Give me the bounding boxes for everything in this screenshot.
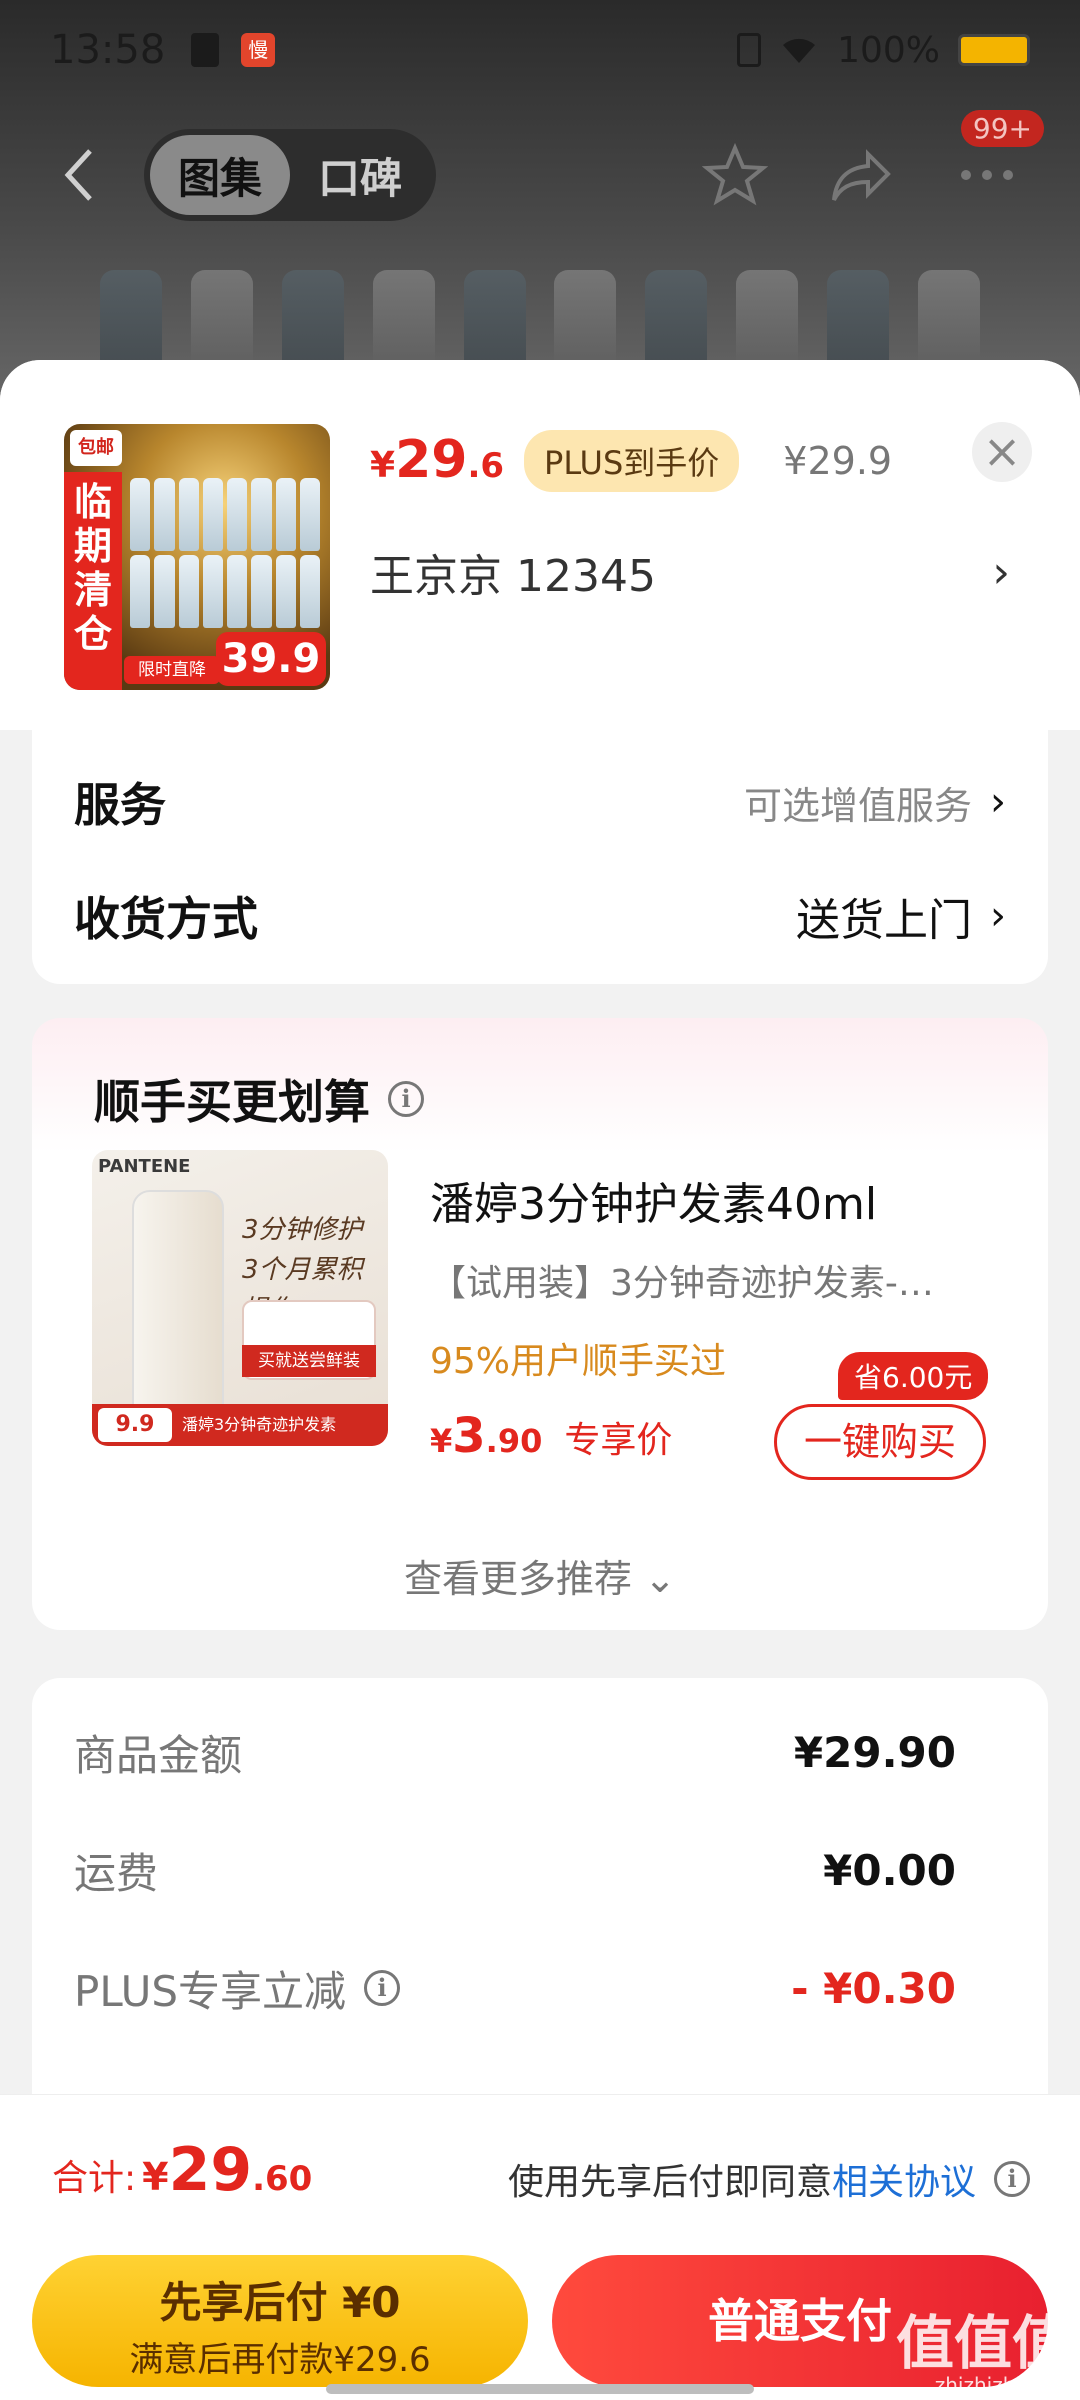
battery-icon: [958, 34, 1030, 66]
delivery-label: 收货方式: [74, 892, 258, 946]
info-icon[interactable]: i: [364, 1970, 401, 2006]
checkout-bar: 合计: ¥29.60 使用先享后付即同意 相关协议 i 先享后付 ¥0 满意后再…: [0, 2094, 1080, 2400]
recommend-social-proof: 95%用户顺手买过: [430, 1341, 727, 1382]
info-icon[interactable]: i: [388, 1081, 424, 1117]
agreement-link[interactable]: 相关协议: [832, 2153, 976, 2205]
plus-discount-row: PLUS专享立减 i - ¥0.30: [74, 1948, 956, 2028]
price-summary-card: 商品金额 ¥29.90 运费 ¥0.00 PLUS专享立减 i - ¥0.30: [32, 1678, 1048, 2138]
tube-illustration: [132, 1190, 224, 1430]
share-icon[interactable]: [828, 142, 894, 208]
tab-gallery[interactable]: 图集: [150, 135, 290, 215]
chevron-down-icon: ⌄: [644, 1557, 676, 1601]
subtotal-label: 商品金额: [74, 1730, 243, 1780]
app-notification-icon: 慢: [241, 33, 276, 67]
product-header: 包邮 临期清仓 限时直降 39.9 ¥29.6 PLUS到手价 ¥29.9 × …: [0, 360, 1080, 730]
recommend-title: 顺手买更划算 i: [94, 1066, 424, 1132]
sim-icon: [737, 33, 762, 67]
recommend-product-name[interactable]: 潘婷3分钟护发素40ml: [430, 1168, 877, 1232]
status-time: 13:58: [50, 27, 166, 73]
close-button[interactable]: ×: [972, 422, 1032, 482]
image-price: 9.9: [98, 1408, 172, 1442]
plus-price-badge: PLUS到手价: [524, 430, 740, 492]
more-recommendations-link[interactable]: 查看更多推荐 ⌄: [32, 1548, 1048, 1603]
savings-badge: 省6.00元: [838, 1352, 989, 1400]
site-watermark: 值值值 zhizhizhi.com: [895, 2309, 1070, 2397]
back-arrow-icon[interactable]: [60, 145, 100, 205]
total-label: 合计:: [52, 2158, 137, 2199]
service-card: 服务 可选增值服务 › 收货方式 送货上门 ›: [32, 730, 1048, 984]
promo-strip: 限时直降: [124, 656, 220, 684]
price-row: ¥29.6 PLUS到手价 ¥29.9: [370, 430, 892, 492]
tab-reviews[interactable]: 口碑: [290, 135, 430, 215]
shipping-value: ¥0.00: [823, 1845, 956, 1895]
shipping-row: 运费 ¥0.00: [74, 1830, 956, 1910]
address-selector[interactable]: 王京京 12345 ›: [370, 540, 1010, 604]
bottles-illustration: [130, 478, 320, 628]
home-indicator[interactable]: [326, 2384, 754, 2394]
image-bottom-band: 9.9 潘婷3分钟奇迹护发素: [92, 1404, 388, 1446]
delivery-method-row[interactable]: 收货方式 送货上门 ›: [74, 876, 1006, 956]
message-count-badge: 99+: [960, 110, 1044, 147]
agreement-notice: 使用先享后付即同意 相关协议 i: [508, 2153, 1030, 2205]
subtotal-row: 商品金额 ¥29.90: [74, 1712, 956, 1792]
delivery-value: 送货上门: [796, 895, 972, 946]
clipboard-icon: [191, 33, 220, 67]
plus-discount-value: - ¥0.30: [791, 1963, 956, 2013]
pay-later-button[interactable]: 先享后付 ¥0 满意后再付款¥29.6: [32, 2255, 528, 2387]
service-row[interactable]: 服务 可选增值服务 ›: [74, 762, 1006, 842]
image-gift-label: 买就送尝鲜装: [242, 1345, 376, 1377]
one-click-buy-button[interactable]: 一键购买: [774, 1404, 986, 1480]
battery-percent: 100%: [837, 29, 940, 71]
chevron-right-icon: ›: [990, 779, 1006, 825]
recommend-product-image[interactable]: PANTENE 3分钟修护3个月累积损伤 买就送尝鲜装 9.9潘婷3分钟奇迹护发…: [92, 1150, 388, 1446]
recommend-product-desc: 【试用装】3分钟奇迹护发素-…: [430, 1263, 934, 1304]
exclusive-price-label: 专享价: [564, 1420, 673, 1461]
star-favorite-icon[interactable]: [702, 142, 768, 208]
clearance-band: 临期清仓: [64, 472, 122, 690]
plus-price: ¥29.6: [370, 430, 505, 490]
total-amount: 合计: ¥29.60: [52, 2135, 313, 2205]
product-thumbnail[interactable]: 包邮 临期清仓 限时直降 39.9: [64, 424, 330, 690]
status-bar: 13:58 慢 100%: [0, 0, 1080, 100]
more-dots-icon[interactable]: [954, 142, 1020, 208]
image-price-tag: 39.9: [216, 632, 326, 686]
wifi-icon: [783, 38, 816, 63]
chevron-right-icon: ›: [990, 893, 1006, 939]
gallery-tabs: 图集 口碑: [144, 129, 436, 221]
plus-discount-label: PLUS专享立减 i: [74, 1958, 401, 2019]
service-value: 可选增值服务: [743, 783, 972, 828]
recommend-price: ¥3.90 专享价: [430, 1408, 673, 1464]
original-price: ¥29.9: [783, 439, 893, 483]
subtotal-value: ¥29.90: [793, 1727, 956, 1777]
brand-logo-text: PANTENE: [98, 1156, 191, 1177]
shipping-label: 运费: [74, 1848, 159, 1898]
free-shipping-tag: 包邮: [70, 430, 122, 466]
top-nav: 图集 口碑 99+: [0, 110, 1080, 230]
service-label: 服务: [74, 778, 166, 832]
address-text: 王京京 12345: [370, 551, 656, 602]
add-on-recommendation-card: 顺手买更划算 i PANTENE 3分钟修护3个月累积损伤 买就送尝鲜装 9.9…: [32, 1018, 1048, 1630]
chevron-right-icon: ›: [992, 546, 1010, 598]
info-icon[interactable]: i: [994, 2161, 1030, 2197]
